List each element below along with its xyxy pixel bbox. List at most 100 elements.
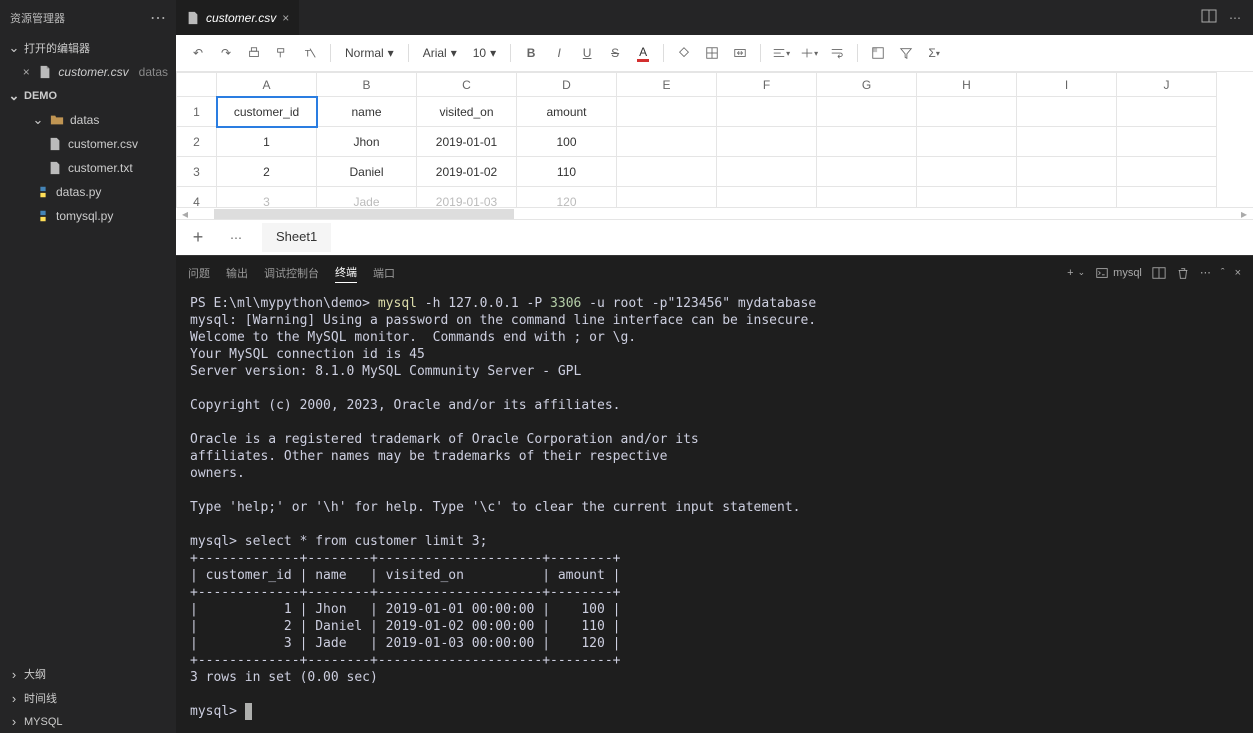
cell[interactable]: 2019-01-02 xyxy=(417,157,517,187)
redo-icon[interactable]: ↷ xyxy=(214,41,238,65)
paint-icon[interactable] xyxy=(270,41,294,65)
cell[interactable] xyxy=(717,187,817,208)
tab-customer-csv[interactable]: customer.csv × xyxy=(176,0,300,35)
file-tomysql-py[interactable]: tomysql.py xyxy=(0,204,176,228)
cell[interactable] xyxy=(717,97,817,127)
col-header[interactable]: J xyxy=(1117,73,1217,97)
cell[interactable] xyxy=(817,97,917,127)
timeline-section[interactable]: ›时间线 xyxy=(0,686,176,710)
folder-datas[interactable]: ⌄ datas xyxy=(0,108,176,132)
sheet-menu-icon[interactable]: ⋯ xyxy=(224,226,248,250)
cell[interactable]: 2 xyxy=(217,157,317,187)
row-header[interactable]: 2 xyxy=(177,127,217,157)
open-editor-item[interactable]: × customer.csv datas xyxy=(0,60,176,84)
panel-tab-terminal[interactable]: 终端 xyxy=(335,262,357,283)
col-header[interactable]: F xyxy=(717,73,817,97)
text-color-icon[interactable]: A xyxy=(631,41,655,65)
cell[interactable]: visited_on xyxy=(417,97,517,127)
col-header[interactable]: I xyxy=(1017,73,1117,97)
cell[interactable]: Daniel xyxy=(317,157,417,187)
file-customer-txt[interactable]: customer.txt xyxy=(0,156,176,180)
panel-tab-debug[interactable]: 调试控制台 xyxy=(264,263,319,283)
col-header[interactable]: A xyxy=(217,73,317,97)
cell[interactable]: 110 xyxy=(517,157,617,187)
col-header[interactable]: B xyxy=(317,73,417,97)
row-header[interactable]: 4 xyxy=(177,187,217,208)
freeze-icon[interactable] xyxy=(866,41,890,65)
row-header[interactable]: 1 xyxy=(177,97,217,127)
open-editors-header[interactable]: ⌄ 打开的编辑器 xyxy=(0,36,176,60)
row-header[interactable]: 3 xyxy=(177,157,217,187)
cell[interactable] xyxy=(917,157,1017,187)
cell[interactable]: 100 xyxy=(517,127,617,157)
panel-tab-problems[interactable]: 问题 xyxy=(188,263,210,283)
terminal-profile[interactable]: mysql xyxy=(1095,266,1142,280)
font-select[interactable]: Arial ▾ xyxy=(417,44,463,62)
cell[interactable] xyxy=(1017,127,1117,157)
col-header[interactable]: H xyxy=(917,73,1017,97)
fontsize-select[interactable]: 10 ▾ xyxy=(467,44,502,62)
cell[interactable] xyxy=(917,187,1017,208)
undo-icon[interactable]: ↶ xyxy=(186,41,210,65)
cell[interactable] xyxy=(617,97,717,127)
col-header[interactable]: G xyxy=(817,73,917,97)
italic-icon[interactable]: I xyxy=(547,41,571,65)
h-scrollbar[interactable]: ◂ ▸ xyxy=(176,207,1253,219)
cell[interactable] xyxy=(1117,127,1217,157)
col-header[interactable]: C xyxy=(417,73,517,97)
more-icon[interactable]: ⋯ xyxy=(1200,266,1211,279)
wrap-icon[interactable] xyxy=(825,41,849,65)
col-header[interactable]: D xyxy=(517,73,617,97)
cell[interactable] xyxy=(917,97,1017,127)
strike-icon[interactable]: S xyxy=(603,41,627,65)
cell[interactable]: Jade xyxy=(317,187,417,208)
cell[interactable] xyxy=(1117,97,1217,127)
halign-icon[interactable]: ▾ xyxy=(769,41,793,65)
print-icon[interactable] xyxy=(242,41,266,65)
new-terminal-icon[interactable]: +⌄ xyxy=(1067,267,1085,279)
cell[interactable]: 2019-01-03 xyxy=(417,187,517,208)
cell[interactable]: 120 xyxy=(517,187,617,208)
add-sheet-icon[interactable]: + xyxy=(186,226,210,250)
cell[interactable]: 3 xyxy=(217,187,317,208)
valign-icon[interactable]: ▾ xyxy=(797,41,821,65)
trash-icon[interactable] xyxy=(1176,266,1190,280)
sheet-tab-1[interactable]: Sheet1 xyxy=(262,223,331,252)
fill-color-icon[interactable] xyxy=(672,41,696,65)
clear-format-icon[interactable]: T xyxy=(298,41,322,65)
cell[interactable] xyxy=(1017,187,1117,208)
cell[interactable]: customer_id xyxy=(217,97,317,127)
cell[interactable] xyxy=(917,127,1017,157)
cell[interactable] xyxy=(1117,157,1217,187)
grid-area[interactable]: ABCDEFGHIJ1customer_idnamevisited_onamou… xyxy=(176,72,1253,207)
cell[interactable] xyxy=(1117,187,1217,208)
style-select[interactable]: Normal ▾ xyxy=(339,44,400,62)
more-icon[interactable]: ⋯ xyxy=(1229,11,1241,25)
merge-icon[interactable] xyxy=(728,41,752,65)
close-icon[interactable]: × xyxy=(282,11,289,25)
cell[interactable]: 2019-01-01 xyxy=(417,127,517,157)
cell[interactable] xyxy=(717,127,817,157)
cell[interactable]: 1 xyxy=(217,127,317,157)
panel-tab-ports[interactable]: 端口 xyxy=(373,263,395,283)
cell[interactable] xyxy=(1017,157,1117,187)
cell[interactable]: amount xyxy=(517,97,617,127)
bold-icon[interactable]: B xyxy=(519,41,543,65)
file-datas-py[interactable]: datas.py xyxy=(0,180,176,204)
formula-icon[interactable]: Σ▾ xyxy=(922,41,946,65)
split-editor-icon[interactable] xyxy=(1201,8,1217,27)
borders-icon[interactable] xyxy=(700,41,724,65)
col-header[interactable]: E xyxy=(617,73,717,97)
cell[interactable] xyxy=(1017,97,1117,127)
maximize-icon[interactable]: ˆ xyxy=(1221,267,1225,279)
cell[interactable] xyxy=(817,127,917,157)
mysql-section[interactable]: ›MYSQL xyxy=(0,710,176,733)
cell[interactable]: Jhon xyxy=(317,127,417,157)
outline-section[interactable]: ›大纲 xyxy=(0,662,176,686)
cell[interactable] xyxy=(617,157,717,187)
cell[interactable] xyxy=(617,187,717,208)
terminal-output[interactable]: PS E:\ml\mypython\demo> mysql -h 127.0.0… xyxy=(176,289,1253,733)
cell[interactable] xyxy=(817,187,917,208)
cell[interactable] xyxy=(717,157,817,187)
file-customer-csv[interactable]: customer.csv xyxy=(0,132,176,156)
